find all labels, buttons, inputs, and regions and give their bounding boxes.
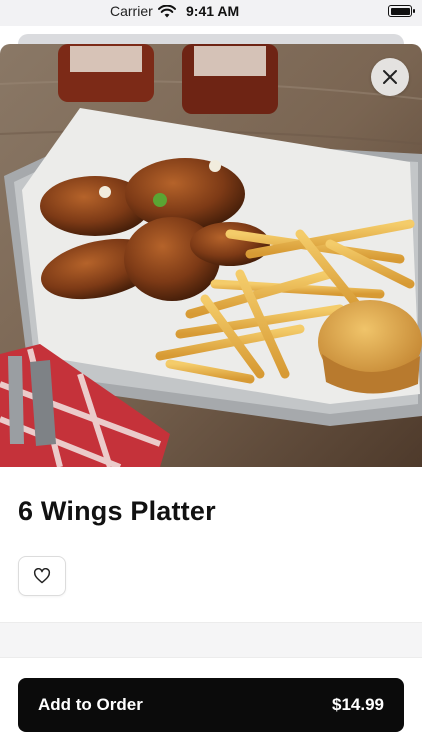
battery-icon [388,5,415,17]
add-to-order-label: Add to Order [38,695,143,714]
item-title: 6 Wings Platter [18,496,216,526]
close-icon [383,70,397,84]
wifi-icon [158,4,176,23]
close-button[interactable] [371,58,409,96]
favorite-button[interactable] [18,556,66,596]
heart-icon [33,568,51,584]
item-photo [0,44,422,467]
order-price: $14.99 [332,695,384,714]
carrier-label: Carrier [110,3,153,19]
status-bar: Carrier 9:41 AM [0,0,422,26]
item-detail-sheet: 6 Wings Platter Add to Order $14.99 [0,44,422,750]
section-divider [0,622,422,658]
add-to-order-button[interactable]: Add to Order $14.99 [18,678,404,732]
status-time: 9:41 AM [186,3,240,19]
